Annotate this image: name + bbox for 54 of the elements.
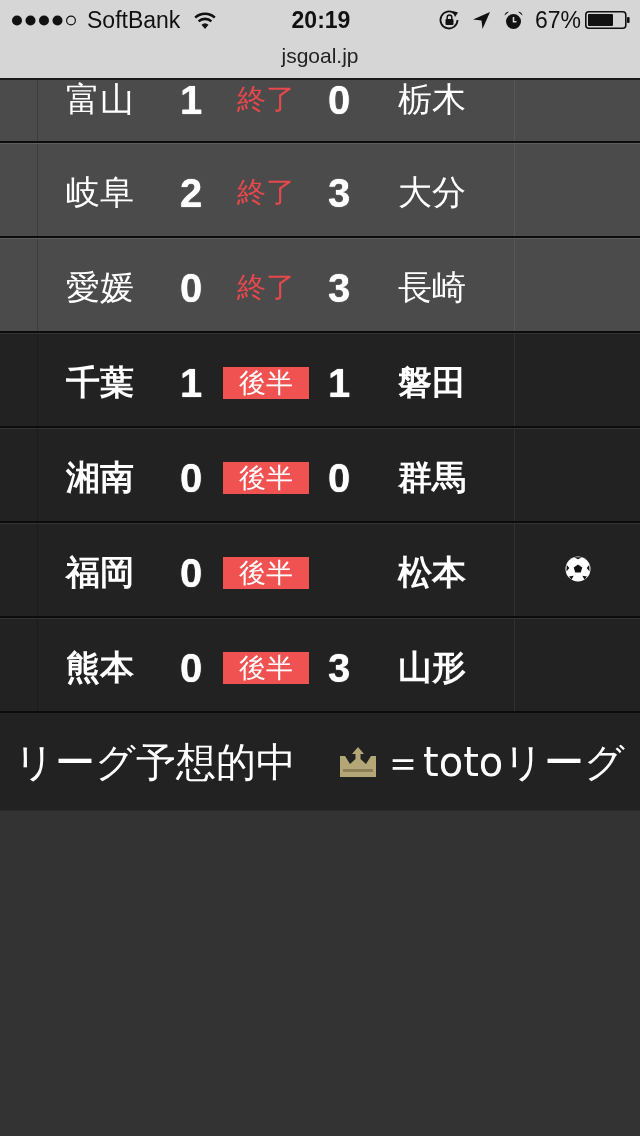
- match-status-badge: 後半: [223, 556, 309, 589]
- away-team-name: 松本: [398, 554, 466, 591]
- match-row[interactable]: 湘南 0 後半 0 群馬: [0, 428, 640, 523]
- battery-icon: [585, 11, 630, 29]
- match-row[interactable]: 千葉 1 後半 1 磐田: [0, 333, 640, 428]
- crown-icon: [340, 746, 376, 777]
- home-team-name: 千葉: [66, 364, 135, 401]
- alarm-clock-icon: [503, 10, 523, 30]
- away-score: 0: [327, 459, 351, 496]
- away-team-name: 長崎: [398, 269, 466, 306]
- home-score: 0: [179, 554, 203, 591]
- home-team-name: 湘南: [66, 459, 135, 496]
- match-row[interactable]: 富山 1 終了 0 栃木: [0, 80, 640, 143]
- match-status-badge: 後半: [223, 651, 309, 684]
- away-score: 1: [327, 364, 351, 401]
- rotation-lock-icon: [437, 9, 461, 31]
- match-status: 終了: [237, 176, 295, 209]
- signal-strength-icon: [12, 14, 78, 26]
- match-status-badge: 後半: [223, 366, 309, 399]
- home-team-name: 愛媛: [66, 269, 135, 306]
- location-arrow-icon: [472, 11, 490, 29]
- home-score: 0: [179, 269, 203, 306]
- home-team-name: 熊本: [66, 649, 135, 686]
- match-row[interactable]: 愛媛 0 終了 3 長崎: [0, 238, 640, 333]
- match-status-badge: 後半: [223, 461, 309, 494]
- carrier-name: SoftBank: [87, 5, 181, 35]
- battery-percent: 67%: [534, 5, 581, 35]
- away-score: 0: [327, 81, 351, 118]
- away-score: 3: [327, 269, 351, 306]
- away-team-name: 大分: [398, 174, 466, 211]
- home-score: 0: [179, 459, 203, 496]
- home-score: 2: [179, 174, 203, 211]
- home-score: 0: [179, 649, 203, 686]
- wifi-icon: [194, 11, 217, 29]
- match-status: 終了: [237, 83, 295, 116]
- clock-time: 20:19: [291, 5, 351, 35]
- home-team-name: 福岡: [66, 554, 135, 591]
- away-score: 3: [327, 174, 351, 211]
- home-team-name: 富山: [66, 81, 135, 118]
- legend-text: ＝totoリーグ: [383, 738, 626, 785]
- home-score: 1: [179, 81, 203, 118]
- away-team-name: 山形: [398, 649, 466, 686]
- match-row[interactable]: 熊本 0 後半 3 山形: [0, 618, 640, 713]
- match-row[interactable]: 岐阜 2 終了 3 大分: [0, 143, 640, 238]
- legend-text: リーグ予想的中: [14, 738, 296, 785]
- away-team-name: 群馬: [398, 459, 466, 496]
- match-status: 終了: [237, 271, 295, 304]
- away-score: 3: [327, 649, 351, 686]
- url-label[interactable]: jsgoal.jp: [281, 42, 359, 70]
- match-row[interactable]: 福岡 0 後半 松本: [0, 523, 640, 618]
- home-score: 1: [179, 364, 203, 401]
- away-team-name: 栃木: [398, 81, 466, 118]
- home-team-name: 岐阜: [66, 174, 135, 211]
- away-team-name: 磐田: [398, 364, 466, 401]
